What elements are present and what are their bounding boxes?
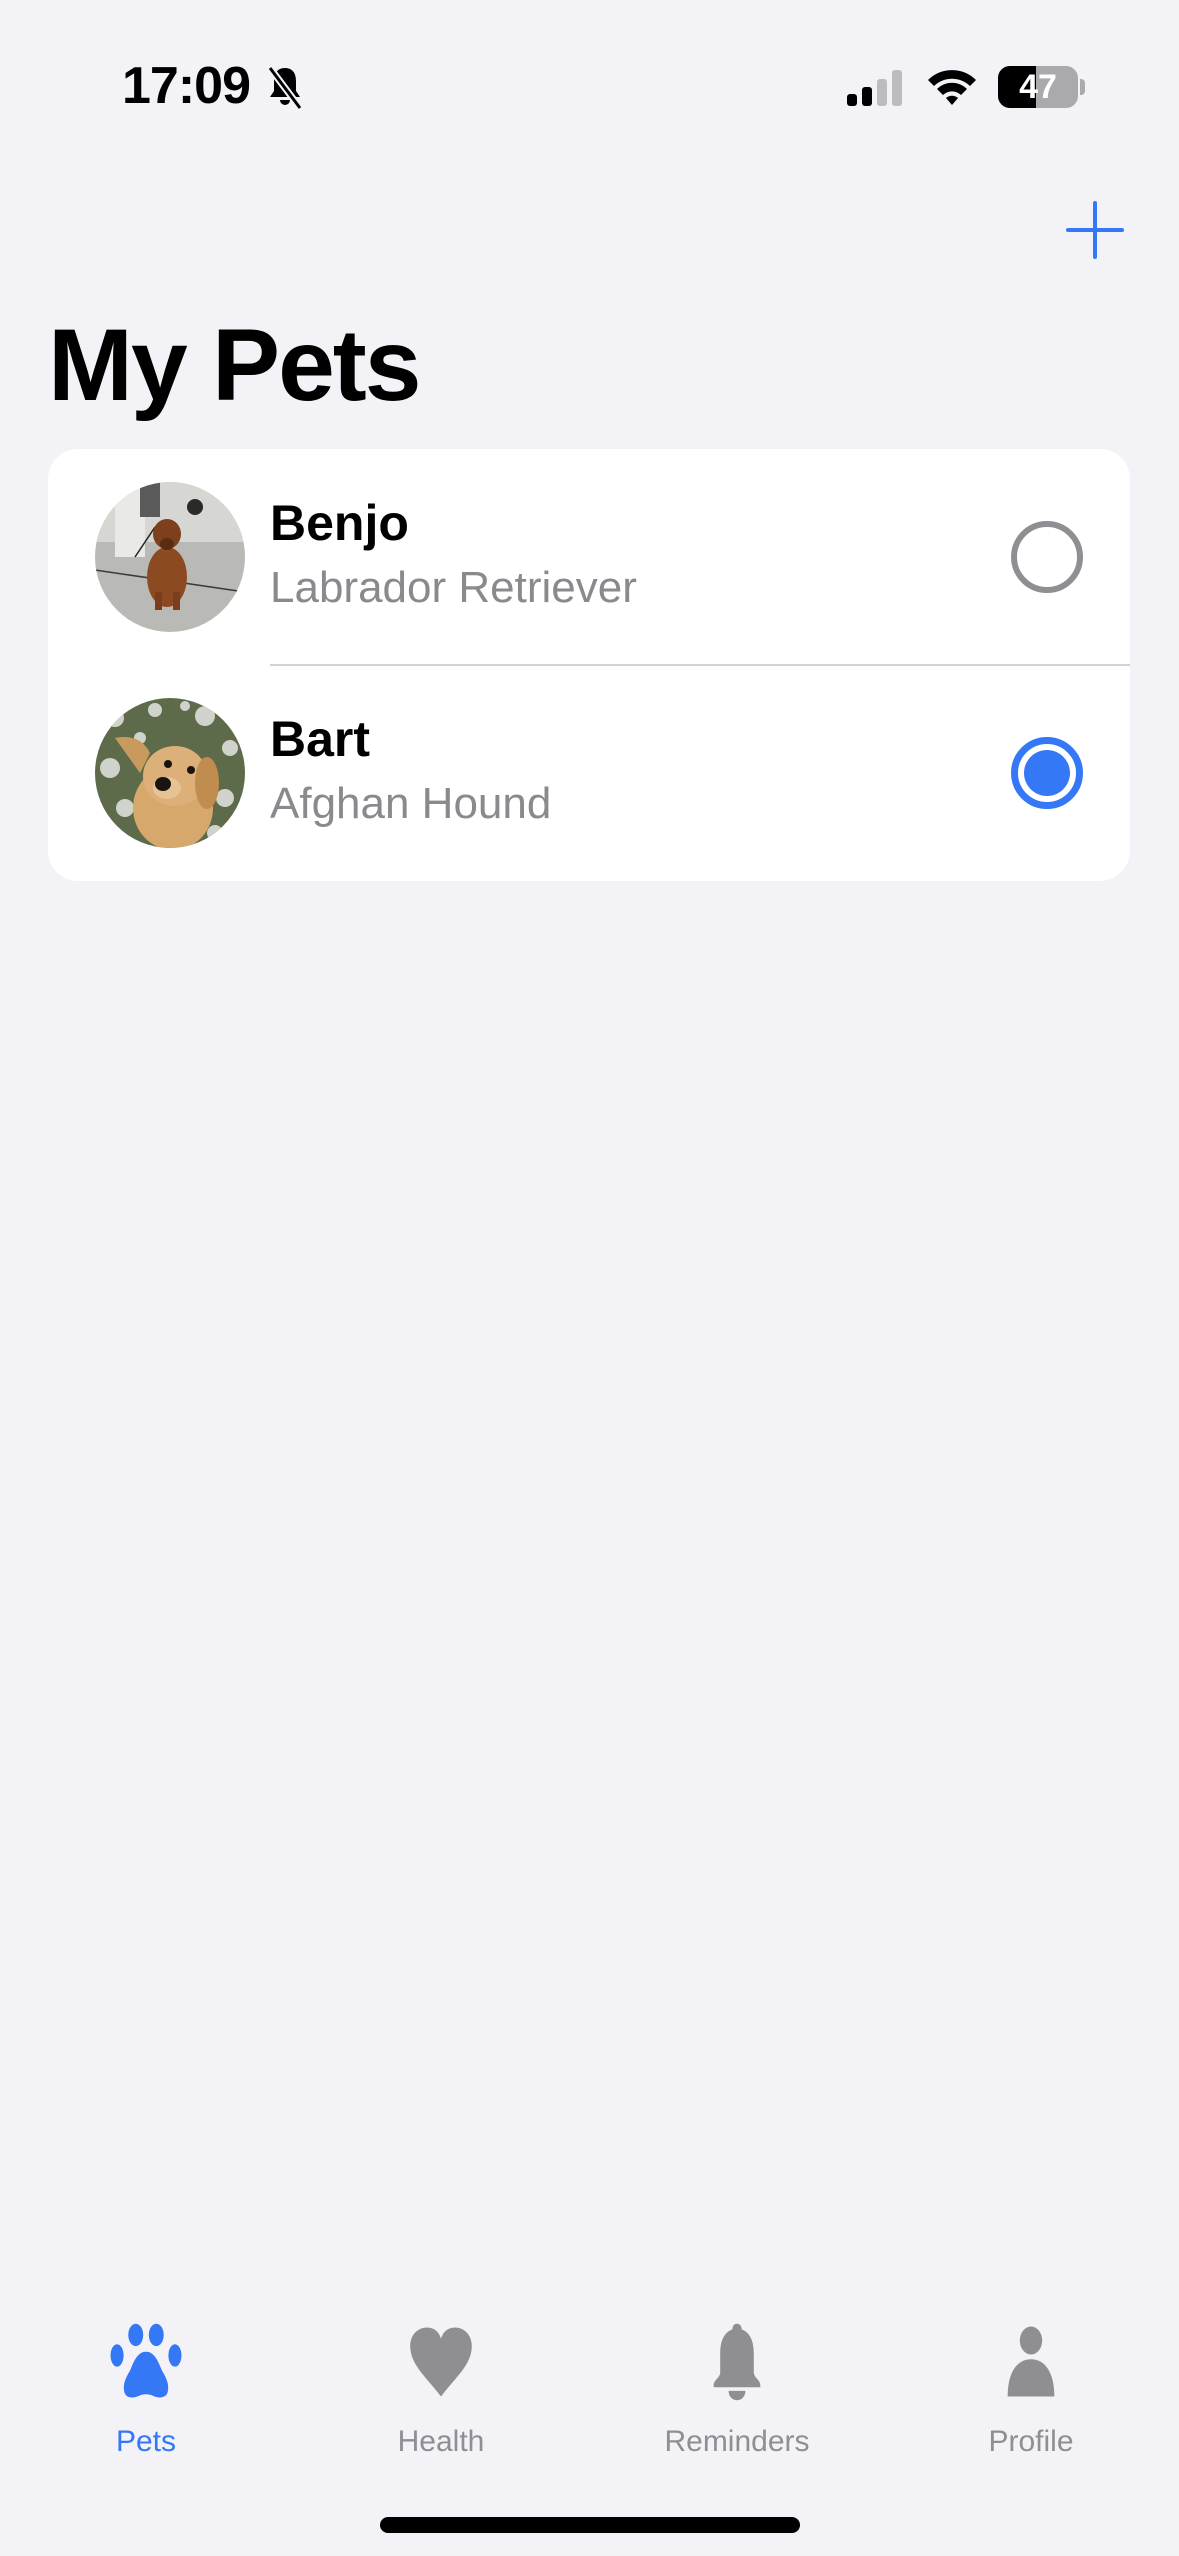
tab-label: Reminders: [664, 2425, 810, 2458]
dog-photo-bart: [95, 698, 245, 848]
pet-breed: Labrador Retriever: [270, 563, 637, 612]
tab-bar: Pets Health Reminders Profile: [0, 2300, 1179, 2480]
pet-avatar: [95, 482, 245, 632]
tab-label: Pets: [115, 2425, 177, 2458]
pet-list: Benjo Labrador Retriever Bart Afghan Hou…: [48, 449, 1130, 881]
page-title: My Pets: [48, 308, 421, 422]
tab-health[interactable]: Health: [311, 2300, 571, 2460]
battery-indicator: 47: [998, 66, 1078, 108]
battery-nub: [1080, 79, 1085, 95]
pet-name: Bart: [270, 711, 371, 767]
wifi-icon: [925, 66, 979, 108]
person-icon: [1007, 2326, 1055, 2397]
paw-icon: [110, 2323, 182, 2398]
select-pet-radio[interactable]: [1011, 521, 1083, 593]
tab-pets[interactable]: Pets: [16, 2300, 276, 2460]
pet-name: Benjo: [270, 495, 409, 551]
pet-breed: Afghan Hound: [270, 779, 552, 828]
tab-reminders[interactable]: Reminders: [607, 2300, 867, 2460]
tab-label: Profile: [988, 2425, 1074, 2458]
plus-icon: [1066, 201, 1124, 259]
pet-row-bart[interactable]: Bart Afghan Hound: [48, 665, 1130, 881]
status-time: 17:09: [122, 57, 251, 115]
bell-slash-icon: [262, 64, 308, 111]
bell-icon: [713, 2323, 761, 2401]
tab-profile[interactable]: Profile: [901, 2300, 1161, 2460]
home-indicator[interactable]: [380, 2517, 800, 2533]
heart-icon: [410, 2327, 472, 2397]
pet-row-benjo[interactable]: Benjo Labrador Retriever: [48, 449, 1130, 666]
tab-label: Health: [397, 2425, 485, 2458]
cellular-signal-icon: [845, 68, 905, 108]
status-bar: 17:09 47: [0, 0, 1179, 170]
battery-percent: 47: [1019, 68, 1057, 106]
dog-photo-benjo: [95, 482, 245, 632]
select-pet-radio[interactable]: [1011, 737, 1083, 809]
add-pet-button[interactable]: [1060, 195, 1130, 265]
pet-avatar: [95, 698, 245, 848]
